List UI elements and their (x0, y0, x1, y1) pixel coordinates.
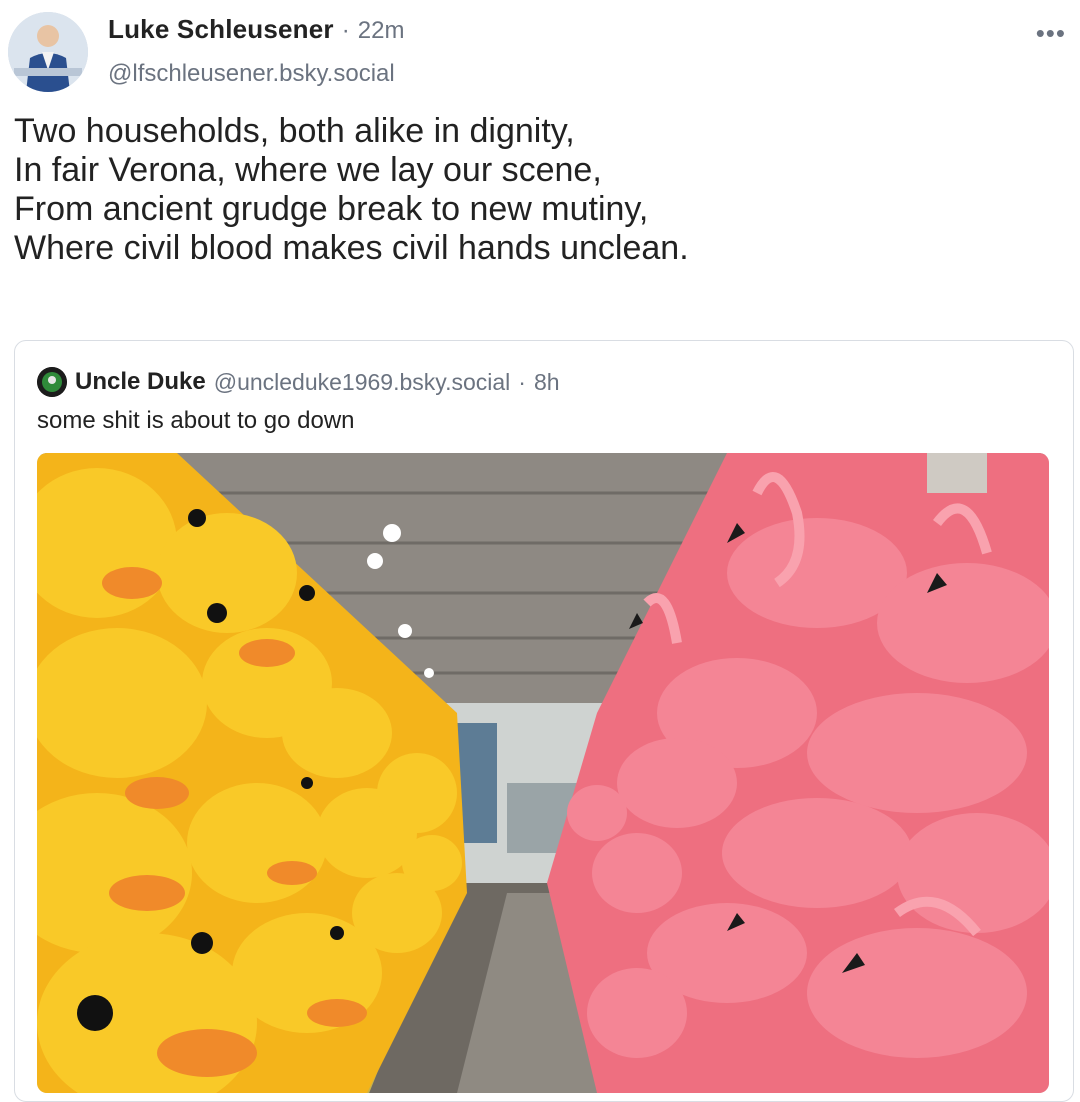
post-text: Two households, both alike in dignity, I… (14, 112, 1054, 268)
post-text-line: From ancient grudge break to new mutiny, (14, 190, 649, 228)
separator: · (518, 368, 526, 395)
separator: · (341, 17, 350, 44)
more-options-button[interactable]: ••• (1036, 20, 1066, 46)
author-row: Luke Schleusener · 22m (108, 14, 404, 45)
quoted-author-avatar[interactable] (37, 367, 67, 397)
user-avatar-icon (37, 367, 67, 397)
quoted-post-header: Uncle Duke @uncleduke1969.bsky.social · … (37, 367, 560, 397)
quoted-post-image[interactable] (37, 453, 1049, 1093)
post-text-line: Where civil blood makes civil hands uncl… (14, 229, 689, 267)
quoted-post-card[interactable]: Uncle Duke @uncleduke1969.bsky.social · … (14, 340, 1074, 1102)
quoted-post-time[interactable]: 8h (534, 369, 560, 396)
warehouse-photo-icon (37, 453, 1049, 1093)
author-handle[interactable]: @lfschleusener.bsky.social (108, 60, 395, 88)
user-avatar-icon (8, 12, 88, 92)
quoted-post-text: some shit is about to go down (37, 407, 355, 434)
post: Luke Schleusener · 22m @lfschleusener.bs… (0, 0, 1080, 1102)
post-time[interactable]: 22m (358, 17, 405, 45)
post-text-line: In fair Verona, where we lay our scene, (14, 151, 602, 189)
quoted-author-handle[interactable]: @uncleduke1969.bsky.social (214, 369, 511, 396)
quoted-author-name[interactable]: Uncle Duke (75, 368, 206, 396)
author-avatar[interactable] (8, 12, 88, 92)
author-name[interactable]: Luke Schleusener (108, 14, 334, 45)
post-text-line: Two households, both alike in dignity, (14, 112, 575, 150)
